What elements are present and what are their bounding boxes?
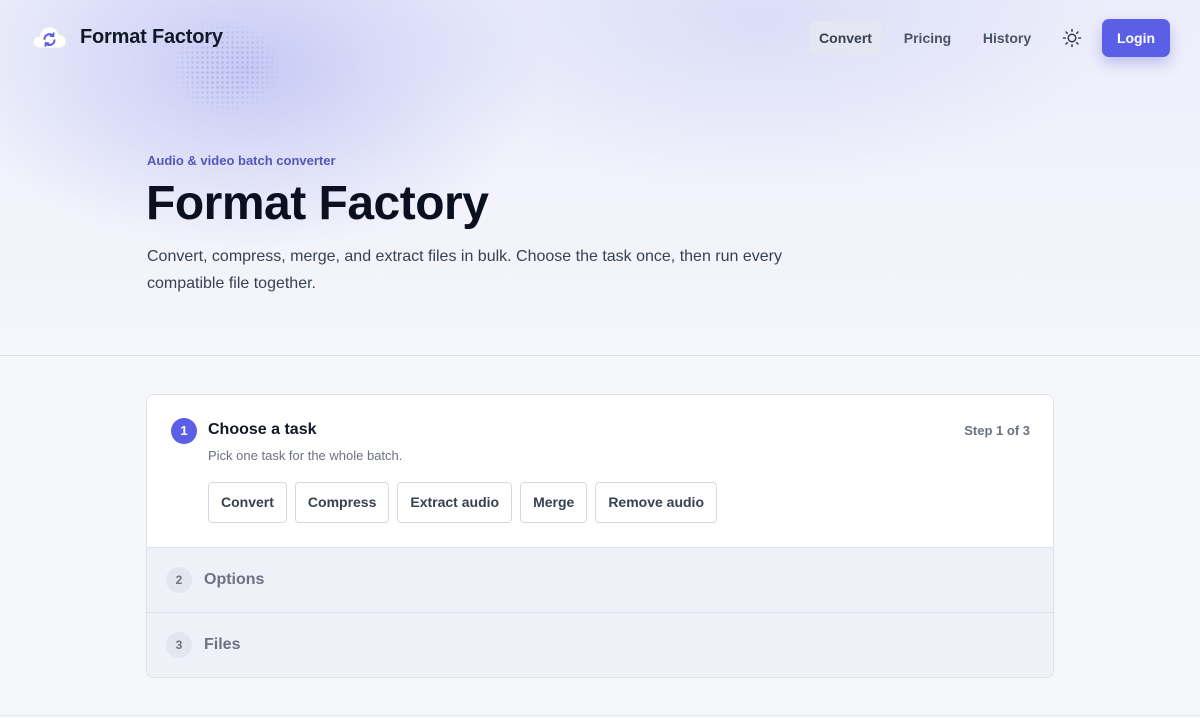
sun-icon[interactable]	[1061, 27, 1083, 49]
task-remove-audio-button[interactable]: Remove audio	[595, 482, 718, 523]
step-options[interactable]: 2 Options	[147, 547, 1053, 612]
footer-divider	[0, 715, 1200, 716]
brand-name[interactable]: Format Factory	[80, 26, 223, 49]
page-title: Format Factory	[146, 177, 489, 230]
hero-section: Format Factory Convert Pricing History L…	[0, 0, 1200, 356]
task-extract-audio-button[interactable]: Extract audio	[397, 482, 513, 523]
cloud-sync-logo-icon[interactable]	[30, 22, 68, 52]
step-title: Files	[204, 636, 241, 653]
task-merge-button[interactable]: Merge	[520, 482, 588, 523]
step-number-badge: 1	[171, 418, 197, 444]
step-title: Options	[204, 571, 265, 588]
nav-pricing[interactable]: Pricing	[896, 21, 959, 55]
step-counter: Step 1 of 3	[964, 423, 1030, 438]
hero-eyebrow: Audio & video batch converter	[147, 153, 336, 168]
task-compress-button[interactable]: Compress	[294, 482, 390, 523]
step-choose-task: 1 Choose a task Step 1 of 3 Pick one tas…	[147, 395, 1053, 547]
step-title: Choose a task	[208, 421, 317, 438]
nav-history[interactable]: History	[974, 21, 1040, 55]
nav-convert[interactable]: Convert	[809, 21, 882, 55]
login-button[interactable]: Login	[1102, 19, 1170, 57]
hero-description: Convert, compress, merge, and extract fi…	[147, 248, 782, 292]
task-wizard-card: 1 Choose a task Step 1 of 3 Pick one tas…	[146, 394, 1054, 678]
step-number-badge: 2	[166, 567, 192, 593]
task-convert-button[interactable]: Convert	[208, 482, 287, 523]
task-options: Convert Compress Extract audio Merge Rem…	[208, 482, 718, 523]
step-number-badge: 3	[166, 632, 192, 658]
step-subtitle: Pick one task for the whole batch.	[208, 448, 403, 463]
step-files[interactable]: 3 Files	[147, 612, 1053, 677]
